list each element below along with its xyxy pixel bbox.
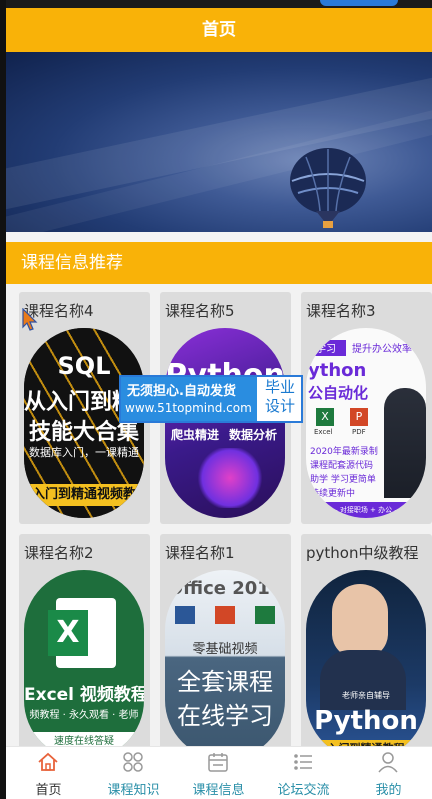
thumbnail-text: 入门到精通视频教 <box>24 484 144 506</box>
instructor-photo <box>384 388 426 498</box>
thumbnail-text: 全套课程 <box>177 668 273 696</box>
thumbnail-text: 持续更新中 <box>310 489 356 499</box>
course-title: 课程名称3 <box>306 302 376 320</box>
tab-label: 课程信息 <box>192 783 245 798</box>
thumbnail-text: 提升办公效率 <box>352 344 412 355</box>
course-title: 课程名称5 <box>165 302 235 320</box>
thumbnail-text: 学习 <box>306 340 346 356</box>
course-grid: 课程名称4 SQL 从入门到精通 技能大合集 数据库入门，一课精通 入门到精通视… <box>6 284 432 766</box>
calendar-icon <box>208 753 228 772</box>
bottom-tab-bar: 首页 课程知识 课程信息 论坛交流 我的 <box>6 746 432 799</box>
thumbnail-text: 助学 学习更简单 <box>310 475 376 485</box>
tab-home[interactable]: 首页 <box>6 747 91 799</box>
thumbnail-text: PDF <box>352 428 366 436</box>
tab-forum[interactable]: 论坛交流 <box>261 747 346 799</box>
course-thumbnail[interactable]: 老师亲自辅导 Python 入门到精通教程 <box>306 570 426 760</box>
watermark-text: 毕业设计 <box>264 378 295 415</box>
user-icon <box>378 752 398 773</box>
thumbnail-text: 速度在线答疑 <box>24 732 144 747</box>
course-thumbnail[interactable]: SQL 从入门到精通 技能大合集 数据库入门，一课精通 入门到精通视频教 <box>24 328 144 518</box>
powerpoint-logo-icon: P <box>350 408 368 426</box>
course-title: 课程名称2 <box>24 544 94 562</box>
tab-label: 首页 <box>35 783 62 798</box>
hot-air-balloon-icon <box>290 148 366 228</box>
course-card[interactable]: 课程名称3 学习 提升办公效率 ython 公自动化 X P Excel PDF… <box>301 292 432 524</box>
watermark-panel: 无须担心.自动发货 www.51topmind.com <box>121 377 257 421</box>
thumbnail-text: 零基础视频 <box>192 642 258 657</box>
thumbnail-text: ython <box>308 360 367 381</box>
instructor-photo <box>320 650 406 710</box>
thumbnail-text: Excel <box>314 428 333 436</box>
mouse-cursor-icon <box>22 308 38 331</box>
course-title: 课程名称1 <box>165 544 235 562</box>
course-thumbnail[interactable]: X Excel 视频教程 频教程 · 永久观看 · 老师 速度在线答疑 <box>24 570 144 760</box>
course-title: python中级教程 <box>306 544 419 562</box>
thumbnail-text: 爬虫精进 <box>171 428 220 442</box>
banner-carousel[interactable] <box>6 52 432 232</box>
page-title: 首页 <box>202 20 236 40</box>
thumbnail-text: 2020年最新录制 <box>310 447 378 457</box>
thumbnail-text: Office 2016 <box>167 578 283 599</box>
thumbnail-text: 课程配套源代码 <box>310 461 374 471</box>
thumbnail-text: 数据库入门，一课精通 <box>29 446 139 459</box>
section-title: 课程信息推荐 <box>21 253 123 273</box>
watermark-url: www.51topmind.com <box>125 401 252 415</box>
watermark-text: 无须担心.自动发货 <box>127 384 236 399</box>
tab-course-info[interactable]: 课程信息 <box>176 747 261 799</box>
tab-label: 论坛交流 <box>277 783 330 798</box>
word-logo-icon <box>175 606 195 624</box>
thumbnail-text: 频教程 · 永久观看 · 老师 <box>29 710 139 721</box>
page-header: 首页 <box>6 8 432 52</box>
course-thumbnail[interactable]: Office 2016 零基础视频 全套课程 在线学习 <box>165 570 285 760</box>
powerpoint-logo-icon <box>215 606 235 624</box>
course-card[interactable]: 课程名称1 Office 2016 零基础视频 全套课程 在线学习 <box>160 534 291 766</box>
thumbnail-graphic <box>195 448 265 508</box>
excel-logo-icon <box>255 606 275 624</box>
list-icon <box>294 754 312 770</box>
tab-profile[interactable]: 我的 <box>346 747 431 799</box>
section-header: 课程信息推荐 <box>6 242 432 284</box>
excel-logo-icon: X <box>316 408 334 426</box>
tab-label: 我的 <box>375 783 402 798</box>
thumbnail-text: X <box>48 610 88 656</box>
watermark: 无须担心.自动发货 www.51topmind.com 毕业设计 <box>119 375 303 423</box>
thumbnail-text: — 对接职场 + 办公 — <box>306 502 426 518</box>
tab-label: 课程知识 <box>107 783 160 798</box>
thumbnail-text: 数据分析 <box>229 428 278 442</box>
thumbnail-text: Python <box>314 706 418 736</box>
thumbnail-text: Excel 视频教程 <box>24 685 144 705</box>
course-card[interactable]: 课程名称2 X Excel 视频教程 频教程 · 永久观看 · 老师 速度在线答… <box>19 534 150 766</box>
section-gap <box>6 232 432 242</box>
course-card[interactable]: python中级教程 老师亲自辅导 Python 入门到精通教程 <box>301 534 432 766</box>
thumbnail-text: 公自动化 <box>308 384 369 402</box>
thumbnail-text: 老师亲自辅导 <box>342 691 390 700</box>
course-thumbnail[interactable]: 学习 提升办公效率 ython 公自动化 X P Excel PDF 2020年… <box>306 328 426 518</box>
thumbnail-text: 在线学习 <box>177 702 273 730</box>
instructor-photo <box>332 584 388 658</box>
status-bar <box>6 0 432 8</box>
status-pill <box>320 0 398 6</box>
grid-icon <box>123 752 143 772</box>
home-icon <box>38 752 58 771</box>
tab-course-knowledge[interactable]: 课程知识 <box>91 747 176 799</box>
course-thumbnail[interactable]: Python 爬虫精进 数据分析 <box>165 328 285 518</box>
